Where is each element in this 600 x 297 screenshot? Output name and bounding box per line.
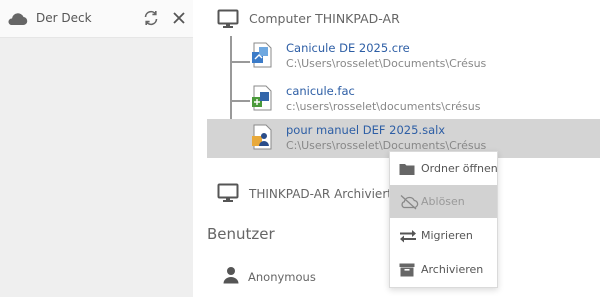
left-header: Der Deck xyxy=(0,0,193,38)
menu-label: Ablösen xyxy=(421,195,465,208)
user-icon xyxy=(223,266,239,288)
menu-item-archive[interactable]: Archivieren xyxy=(390,253,497,286)
menu-label: Migrieren xyxy=(421,229,473,242)
cloud-icon xyxy=(6,11,28,30)
menu-label: Archivieren xyxy=(421,263,484,276)
context-menu: Ordner öffnen Ablösen Migrieren Archivie… xyxy=(389,151,498,288)
file-name[interactable]: pour manuel DEF 2025.salx xyxy=(286,123,445,137)
cresus-facturation-icon xyxy=(251,85,273,115)
monitor-icon xyxy=(217,183,239,207)
file-path: C:\Users\rosselet\Documents\Crésus xyxy=(286,57,487,70)
monitor-icon xyxy=(217,9,239,33)
sync-icon[interactable] xyxy=(142,9,160,31)
menu-label: Ordner öffnen xyxy=(421,162,498,175)
cresus-compta-icon xyxy=(251,42,273,72)
user-name: Anonymous xyxy=(248,270,316,284)
cresus-salaires-icon xyxy=(251,124,273,154)
folder-icon xyxy=(399,161,415,180)
close-icon[interactable] xyxy=(171,9,187,31)
swap-arrows-icon xyxy=(399,228,417,248)
file-path: c:\users\rosselet\documents\crésus xyxy=(286,100,481,113)
computer-title: Computer THINKPAD-AR xyxy=(249,11,400,26)
menu-item-detach[interactable]: Ablösen xyxy=(390,185,497,218)
archive-box-icon xyxy=(399,262,415,281)
menu-item-migrate[interactable]: Migrieren xyxy=(390,219,497,252)
menu-item-open-folder[interactable]: Ordner öffnen xyxy=(390,152,498,185)
file-item[interactable]: Canicule DE 2025.cre C:\Users\rosselet\D… xyxy=(207,37,600,76)
file-name[interactable]: canicule.fac xyxy=(286,84,355,98)
file-item[interactable]: canicule.fac c:\users\rosselet\documents… xyxy=(207,80,600,119)
cloud-off-icon xyxy=(399,194,419,214)
users-section-title: Benutzer xyxy=(207,225,275,243)
left-panel: Der Deck xyxy=(0,0,193,297)
archive-title: THINKPAD-AR Archiviert xyxy=(249,187,392,201)
deck-title: Der Deck xyxy=(36,11,92,25)
file-name[interactable]: Canicule DE 2025.cre xyxy=(286,41,410,55)
